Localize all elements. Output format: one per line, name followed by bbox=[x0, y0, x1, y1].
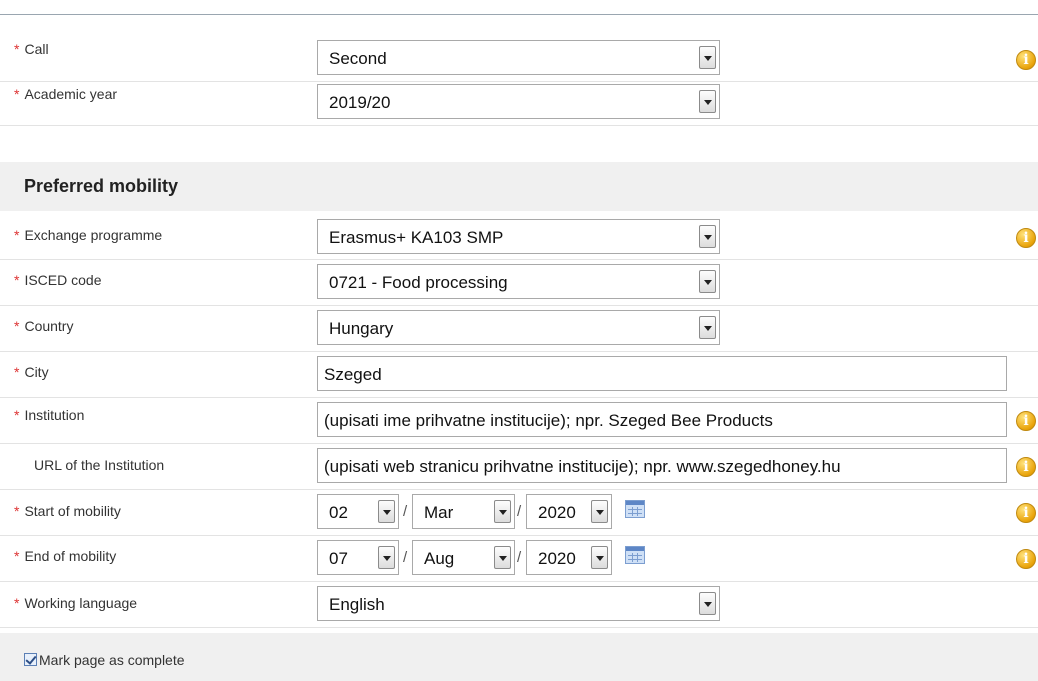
chevron-down-icon[interactable] bbox=[494, 500, 511, 523]
field-label-isced-code: * ISCED code bbox=[14, 272, 102, 288]
field-label-city: * City bbox=[14, 364, 49, 380]
header-divider bbox=[0, 0, 1038, 15]
date-separator: / bbox=[403, 503, 408, 520]
form-row-city: * City Szeged bbox=[0, 351, 1038, 398]
country-select[interactable]: Hungary bbox=[317, 310, 720, 345]
chevron-down-icon[interactable] bbox=[378, 500, 395, 523]
calendar-icon[interactable] bbox=[625, 500, 645, 518]
institution-url-input[interactable]: (upisati web stranicu prihvatne instituc… bbox=[317, 448, 1007, 483]
chevron-down-icon[interactable] bbox=[699, 90, 716, 113]
form-row-country: * Country Hungary bbox=[0, 305, 1038, 352]
date-separator: / bbox=[517, 503, 522, 520]
institution-input[interactable]: (upisati ime prihvatne institucije); npr… bbox=[317, 402, 1007, 437]
info-icon[interactable]: i bbox=[1016, 503, 1036, 523]
isced-code-select[interactable]: 0721 - Food processing bbox=[317, 264, 720, 299]
field-label-institution: * Institution bbox=[14, 407, 85, 423]
form-row-working-language: * Working language English bbox=[0, 581, 1038, 628]
working-language-select[interactable]: English bbox=[317, 586, 720, 621]
info-icon[interactable]: i bbox=[1016, 457, 1036, 477]
call-select[interactable]: Second bbox=[317, 40, 720, 75]
form-row-academic-year: * Academic year 2019/20 bbox=[0, 81, 1038, 126]
field-label-start-of-mobility: * Start of mobility bbox=[14, 503, 121, 519]
field-label-country: * Country bbox=[14, 318, 74, 334]
end-year-select[interactable]: 2020 bbox=[526, 540, 612, 575]
form-row-institution: * Institution (upisati ime prihvatne inst… bbox=[0, 397, 1038, 444]
info-icon[interactable]: i bbox=[1016, 411, 1036, 431]
calendar-icon[interactable] bbox=[625, 546, 645, 564]
mark-complete-label[interactable]: Mark page as complete bbox=[39, 652, 185, 668]
form-row-exchange-programme: * Exchange programme Erasmus+ KA103 SMP i bbox=[0, 214, 1038, 260]
start-day-select[interactable]: 02 bbox=[317, 494, 399, 529]
chevron-down-icon[interactable] bbox=[591, 546, 608, 569]
form-row-institution-url: URL of the Institution (upisati web stra… bbox=[0, 443, 1038, 490]
date-separator: / bbox=[403, 549, 408, 566]
field-label-institution-url: URL of the Institution bbox=[34, 457, 165, 473]
info-icon[interactable]: i bbox=[1016, 228, 1036, 248]
form-row-end-of-mobility: * End of mobility 07 / Aug / 2020 i bbox=[0, 535, 1038, 582]
info-icon[interactable]: i bbox=[1016, 50, 1036, 70]
exchange-programme-select[interactable]: Erasmus+ KA103 SMP bbox=[317, 219, 720, 254]
start-month-select[interactable]: Mar bbox=[412, 494, 515, 529]
chevron-down-icon[interactable] bbox=[699, 316, 716, 339]
form-row-isced-code: * ISCED code 0721 - Food processing bbox=[0, 259, 1038, 306]
end-day-select[interactable]: 07 bbox=[317, 540, 399, 575]
field-label-call: * Call bbox=[14, 41, 49, 57]
chevron-down-icon[interactable] bbox=[699, 46, 716, 69]
academic-year-select[interactable]: 2019/20 bbox=[317, 84, 720, 119]
end-month-select[interactable]: Aug bbox=[412, 540, 515, 575]
info-icon[interactable]: i bbox=[1016, 549, 1036, 569]
form-row-start-of-mobility: * Start of mobility 02 / Mar / 2020 i bbox=[0, 489, 1038, 536]
chevron-down-icon[interactable] bbox=[591, 500, 608, 523]
field-label-academic-year: * Academic year bbox=[14, 86, 118, 102]
date-separator: / bbox=[517, 549, 522, 566]
form-row-call: * Call Second i bbox=[0, 36, 1038, 82]
chevron-down-icon[interactable] bbox=[494, 546, 511, 569]
field-label-end-of-mobility: * End of mobility bbox=[14, 548, 117, 564]
field-label-working-language: * Working language bbox=[14, 595, 138, 611]
chevron-down-icon[interactable] bbox=[378, 546, 395, 569]
chevron-down-icon[interactable] bbox=[699, 225, 716, 248]
field-label-exchange-programme: * Exchange programme bbox=[14, 227, 163, 243]
chevron-down-icon[interactable] bbox=[699, 592, 716, 615]
chevron-down-icon[interactable] bbox=[699, 270, 716, 293]
section-preferred-mobility: Preferred mobility bbox=[0, 162, 1038, 211]
page-footer: Mark page as complete bbox=[0, 633, 1038, 681]
start-year-select[interactable]: 2020 bbox=[526, 494, 612, 529]
mark-complete-checkbox[interactable] bbox=[24, 653, 37, 666]
city-input[interactable]: Szeged bbox=[317, 356, 1007, 391]
section-title: Preferred mobility bbox=[24, 176, 179, 196]
